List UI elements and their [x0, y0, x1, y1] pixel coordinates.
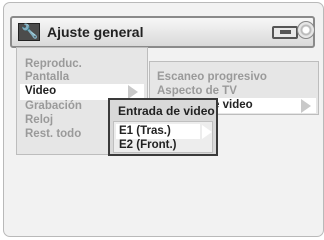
disc-icon	[297, 21, 315, 39]
entrada-video-popup: Entrada de video E1 (Tras.) E2 (Front.)	[108, 98, 218, 156]
menu-item-rest-todo[interactable]: Rest. todo	[25, 128, 81, 141]
wrench-icon: 🔧	[18, 23, 40, 41]
menu-item-reproduc[interactable]: Reproduc.	[25, 58, 82, 71]
osd-screen: 🔧 Ajuste general Reproduc. Pantalla Vide…	[3, 2, 324, 237]
card-icon	[272, 26, 298, 39]
title-bar: 🔧 Ajuste general	[10, 16, 315, 48]
option-e1-label: E1 (Tras.)	[119, 125, 171, 137]
chevron-right-icon	[202, 125, 212, 139]
menu-item-reloj[interactable]: Reloj	[25, 114, 53, 127]
chevron-right-icon	[301, 99, 311, 113]
option-e1-tras[interactable]: E1 (Tras.)	[116, 124, 200, 139]
popup-title: Entrada de video	[118, 104, 215, 118]
popup-options: E1 (Tras.) E2 (Front.)	[113, 121, 213, 153]
chevron-right-icon	[128, 85, 138, 99]
option-e2-front[interactable]: E2 (Front.)	[119, 139, 177, 152]
menu-item-pantalla[interactable]: Pantalla	[25, 71, 69, 84]
submenu-item-aspecto-de-tv[interactable]: Aspecto de TV	[157, 85, 237, 98]
page-title: Ajuste general	[47, 24, 144, 40]
menu-item-grabacion[interactable]: Grabación	[25, 100, 82, 113]
menu-item-video-label: Video	[25, 85, 57, 97]
submenu-item-escaneo-progresivo[interactable]: Escaneo progresivo	[157, 71, 267, 84]
